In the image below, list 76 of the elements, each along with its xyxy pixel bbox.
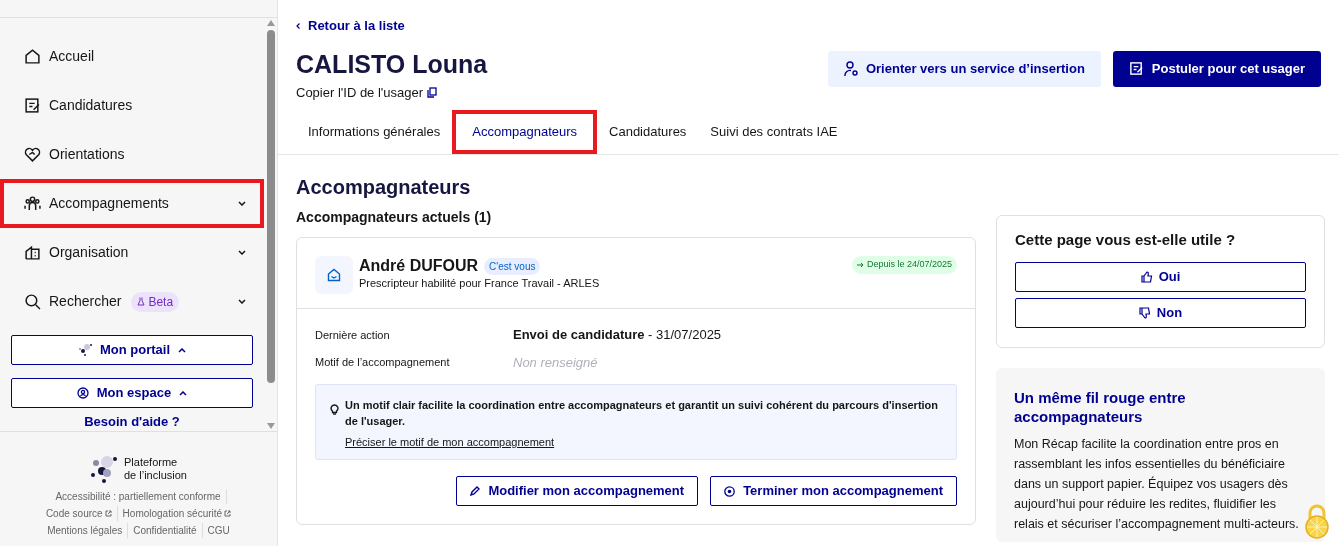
pencil-icon: [470, 486, 481, 496]
lightbulb-icon: [330, 404, 339, 415]
user-pin-icon: [843, 60, 858, 77]
tip-text: Un motif clair facilite la coordination entre accompagnateurs et garantit un suivi cohérent du parcours d'insertion de l'usager.: [345, 398, 940, 429]
menu-button[interactable]: Mon espace: [11, 378, 253, 408]
section-subtitle: Accompagnateurs actuels (1): [296, 208, 493, 227]
tab[interactable]: Suivi des contrats IAE: [698, 110, 850, 154]
scroll-down-icon[interactable]: [266, 423, 275, 429]
search-icon: [24, 293, 41, 310]
nav-item[interactable]: Orientations: [0, 130, 264, 179]
scroll-up-icon[interactable]: [266, 20, 275, 26]
nav-item[interactable]: Organisation: [0, 228, 264, 277]
user-circle-icon: [76, 387, 89, 399]
copy-id-button[interactable]: Copier l'ID de l'usager: [296, 82, 438, 102]
tab[interactable]: Accompagnateurs: [452, 110, 598, 154]
footer-link[interactable]: Mentions légales: [42, 523, 129, 538]
people-icon: [24, 195, 41, 212]
caret-icon: [238, 299, 246, 304]
field-label: Dernière action: [315, 327, 391, 343]
caret-icon: [179, 390, 188, 396]
thumbs-down-icon: [1138, 306, 1151, 319]
edit-icon: [1128, 61, 1144, 76]
padlock-icon[interactable]: [1303, 503, 1331, 539]
footer-link[interactable]: Accessibilité : partiellement conforme: [50, 489, 227, 504]
thumbs-up-icon: [1140, 270, 1153, 283]
nav-item[interactable]: Accueil: [0, 32, 264, 81]
chevron-left-icon: [296, 22, 300, 29]
caret-icon: [178, 347, 186, 353]
footer-link[interactable]: Confidentialité: [128, 523, 203, 538]
external-link-icon: [224, 510, 232, 517]
you-badge: C'est vous: [484, 257, 541, 275]
edit-icon: [24, 97, 41, 114]
menu-button[interactable]: Mon portail: [11, 335, 253, 365]
orient-button[interactable]: Orienter vers un service d’insertion: [827, 50, 1101, 87]
feedback-question: Cette page vous est-elle utile ?: [1015, 230, 1237, 250]
end-button[interactable]: Terminer mon accompagnement: [710, 476, 957, 506]
scrollbar[interactable]: [264, 18, 277, 431]
yes-button[interactable]: Oui: [1015, 261, 1306, 292]
help-link[interactable]: Besoin d'aide ?: [0, 414, 264, 430]
building-icon: [24, 244, 41, 261]
apply-button[interactable]: Postuler pour cet usager: [1112, 50, 1321, 87]
field-value: Envoi de candidature - 31/07/2025: [513, 326, 722, 344]
since-badge: Depuis le 24/07/2025: [851, 256, 957, 274]
stop-circle-icon: [724, 485, 736, 497]
arrow-right-icon: [856, 261, 864, 268]
footer-link[interactable]: CGU: [202, 523, 235, 538]
edit-button[interactable]: Modifier mon accompagnement: [456, 476, 699, 506]
section-title: Accompagnateurs: [296, 175, 472, 199]
tab[interactable]: Candidatures: [597, 110, 699, 154]
heart-icon: [24, 146, 41, 163]
promo-title: Un même fil rouge entre accompagnateurs: [1014, 387, 1187, 426]
nav-item[interactable]: Accompagnements: [0, 179, 264, 228]
external-link-icon: [104, 510, 112, 517]
caret-icon: [238, 201, 246, 206]
back-link[interactable]: Retour à la liste: [296, 16, 1321, 36]
tip-link[interactable]: Préciser le motif de mon accompagnement: [345, 434, 555, 451]
field-value: Non renseigné: [513, 353, 598, 372]
dots-icon: [77, 343, 92, 357]
companion-name: André DUFOUR: [359, 256, 479, 276]
field-label: Motif de l’accompagnement: [315, 355, 451, 370]
home-icon: [24, 48, 41, 65]
companion-role: Prescripteur habilité pour France Travail - ARLES: [359, 276, 600, 291]
house-icon: [327, 268, 341, 282]
logo-text: Plateforme de l’inclusion: [124, 456, 187, 482]
caret-icon: [238, 250, 246, 255]
nav-item[interactable]: Rechercher Beta: [0, 277, 264, 326]
no-button[interactable]: Non: [1015, 297, 1306, 328]
copy-icon: [427, 86, 438, 98]
footer-link[interactable]: Homologation sécurité: [117, 506, 237, 521]
footer-link[interactable]: Code source: [40, 506, 118, 521]
person-name: CALISTO Louna: [296, 48, 488, 79]
logo-icon: [90, 454, 118, 484]
nav-item[interactable]: Candidatures: [0, 81, 264, 130]
beta-badge: Beta: [131, 291, 180, 312]
tab[interactable]: Informations générales: [296, 110, 453, 154]
promo-text: Mon Récap facilite la coordination entre pros en rassemblant les infos essentielles du bénéficiaire dans un support papier. Équipez vos usagers dès aujourd’hui pour réduire les redites, fluidifier les relais et sécuriser l’accompagnement multi-acteurs.: [1014, 435, 1300, 533]
